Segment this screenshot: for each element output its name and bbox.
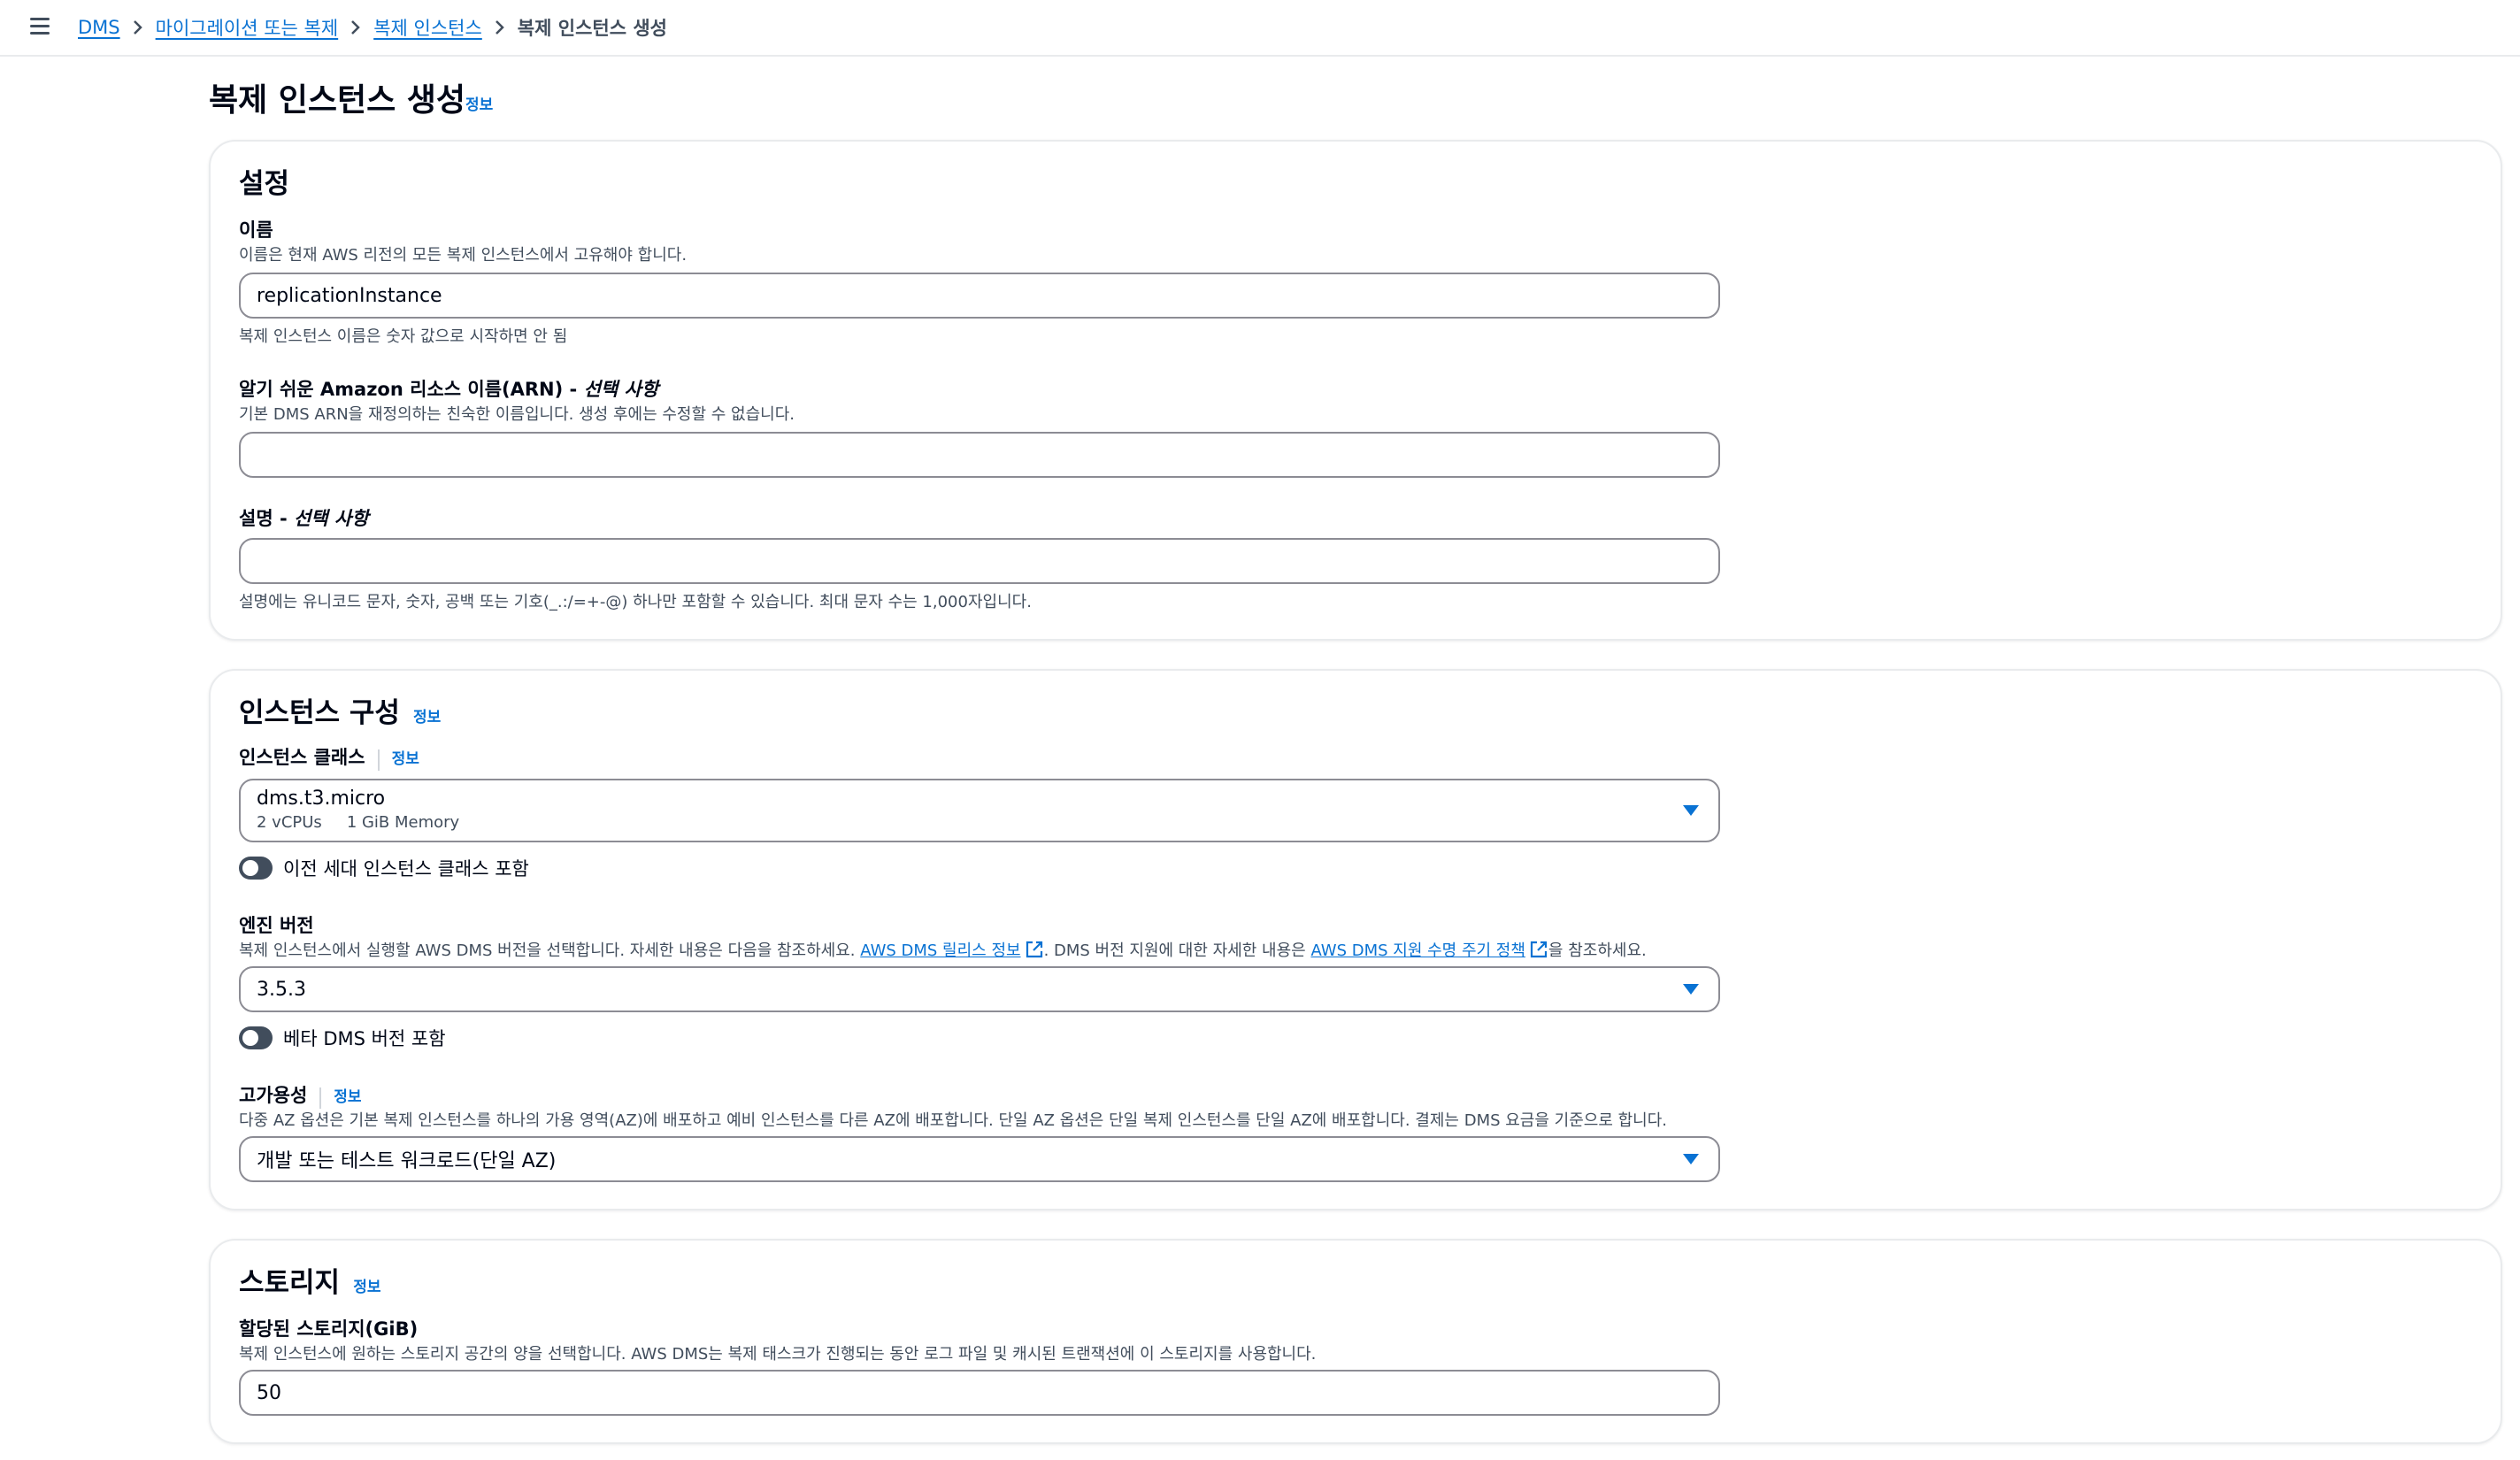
description-input[interactable]	[239, 538, 1720, 584]
divider	[319, 1087, 322, 1109]
high-availability-select[interactable]: 개발 또는 테스트 워크로드(단일 AZ)	[239, 1136, 1720, 1182]
instance-class-select[interactable]: dms.t3.micro 2 vCPUs 1 GiB Memory	[239, 779, 1720, 842]
divider	[377, 749, 380, 771]
breadcrumb: DMS 마이그레이션 또는 복제 복제 인스턴스 복제 인스턴스 생성	[78, 12, 667, 42]
chevron-right-icon	[351, 20, 360, 35]
breadcrumb-replication-instances[interactable]: 복제 인스턴스	[373, 14, 482, 41]
instance-class-memory: 1 GiB Memory	[346, 813, 460, 832]
allocated-storage-input[interactable]: 50	[239, 1370, 1720, 1416]
caret-down-icon	[1683, 805, 1699, 816]
instance-class-info-link[interactable]: 정보	[392, 750, 419, 768]
name-label: 이름	[239, 219, 273, 241]
storage-header: 스토리지 정보	[239, 1260, 380, 1300]
previous-generation-toggle-label: 이전 세대 인스턴스 클래스 포함	[283, 858, 529, 880]
instance-class-specs: 2 vCPUs 1 GiB Memory	[257, 813, 1718, 832]
allocated-storage-label: 할당된 스토리지(GiB)	[239, 1318, 419, 1340]
external-link-icon[interactable]	[1025, 940, 1044, 959]
description-constraint: 설명에는 유니코드 문자, 숫자, 공백 또는 기호(_.:/=+-@) 하나만…	[239, 593, 1032, 611]
storage-info-link[interactable]: 정보	[353, 1279, 380, 1296]
instance-class-vcpus: 2 vCPUs	[257, 813, 322, 832]
beta-version-toggle[interactable]	[239, 1026, 273, 1049]
name-constraint: 복제 인스턴스 이름은 숫자 값으로 시작하면 안 됨	[239, 327, 568, 346]
engine-version-description: 복제 인스턴스에서 실행할 AWS DMS 버전을 선택합니다. 자세한 내용은…	[239, 940, 1647, 960]
allocated-storage-description: 복제 인스턴스에 원하는 스토리지 공간의 양을 선택합니다. AWS DMS는…	[239, 1345, 1317, 1364]
caret-down-icon	[1683, 1154, 1699, 1164]
name-input[interactable]: replicationInstance	[239, 273, 1720, 319]
chevron-right-icon	[133, 20, 142, 35]
arn-label: 알기 쉬운 Amazon 리소스 이름(ARN) - 선택 사항	[239, 379, 659, 400]
arn-description: 기본 DMS ARN을 재정의하는 친숙한 이름입니다. 생성 후에는 수정할 …	[239, 405, 795, 424]
settings-panel: 설정 이름 이름은 현재 AWS 리전의 모든 복제 인스턴스에서 고유해야 합…	[209, 140, 2502, 641]
engine-version-select[interactable]: 3.5.3	[239, 966, 1720, 1012]
instance-class-label: 인스턴스 클래스	[239, 747, 365, 768]
page-info-link[interactable]: 정보	[465, 92, 493, 114]
instance-class-value: dms.t3.micro	[257, 788, 386, 810]
top-navigation-bar: DMS 마이그레이션 또는 복제 복제 인스턴스 복제 인스턴스 생성	[0, 0, 2520, 57]
name-description: 이름은 현재 AWS 리전의 모든 복제 인스턴스에서 고유해야 합니다.	[239, 246, 688, 265]
storage-title: 스토리지	[239, 1267, 341, 1299]
page-title: 복제 인스턴스 생성	[209, 82, 466, 119]
beta-version-toggle-label: 베타 DMS 버전 포함	[283, 1028, 446, 1049]
engine-version-label: 엔진 버전	[239, 915, 314, 936]
dms-release-notes-link[interactable]: AWS DMS 릴리스 정보	[860, 941, 1020, 960]
external-link-icon[interactable]	[1529, 940, 1548, 959]
hamburger-menu-icon[interactable]	[27, 14, 55, 39]
breadcrumb-current: 복제 인스턴스 생성	[517, 18, 667, 39]
caret-down-icon	[1683, 984, 1699, 995]
engine-version-value: 3.5.3	[257, 978, 306, 1001]
instance-config-header: 인스턴스 구성 정보	[239, 690, 441, 730]
instance-config-title: 인스턴스 구성	[239, 697, 400, 729]
settings-section-title: 설정	[239, 168, 290, 200]
description-label: 설명 - 선택 사항	[239, 508, 369, 529]
high-availability-label-row: 고가용성 정보	[239, 1081, 362, 1109]
high-availability-info-link[interactable]: 정보	[334, 1088, 361, 1106]
arn-input[interactable]	[239, 432, 1720, 478]
instance-config-panel: 인스턴스 구성 정보 인스턴스 클래스 정보 dms.t3.micro 2 vCP…	[209, 669, 2502, 1210]
high-availability-value: 개발 또는 테스트 워크로드(단일 AZ)	[257, 1150, 557, 1172]
dms-support-lifecycle-link[interactable]: AWS DMS 지원 수명 주기 정책	[1310, 941, 1525, 960]
high-availability-description: 다중 AZ 옵션은 기본 복제 인스턴스를 하나의 가용 영역(AZ)에 배포하…	[239, 1111, 1668, 1130]
instance-config-info-link[interactable]: 정보	[413, 709, 441, 726]
breadcrumb-migration[interactable]: 마이그레이션 또는 복제	[156, 14, 339, 41]
storage-panel: 스토리지 정보 할당된 스토리지(GiB) 복제 인스턴스에 원하는 스토리지 …	[209, 1239, 2502, 1444]
breadcrumb-dms[interactable]: DMS	[78, 17, 120, 38]
high-availability-label: 고가용성	[239, 1085, 308, 1106]
chevron-right-icon	[495, 20, 504, 35]
previous-generation-toggle[interactable]	[239, 857, 273, 880]
instance-class-label-row: 인스턴스 클래스 정보	[239, 743, 419, 771]
